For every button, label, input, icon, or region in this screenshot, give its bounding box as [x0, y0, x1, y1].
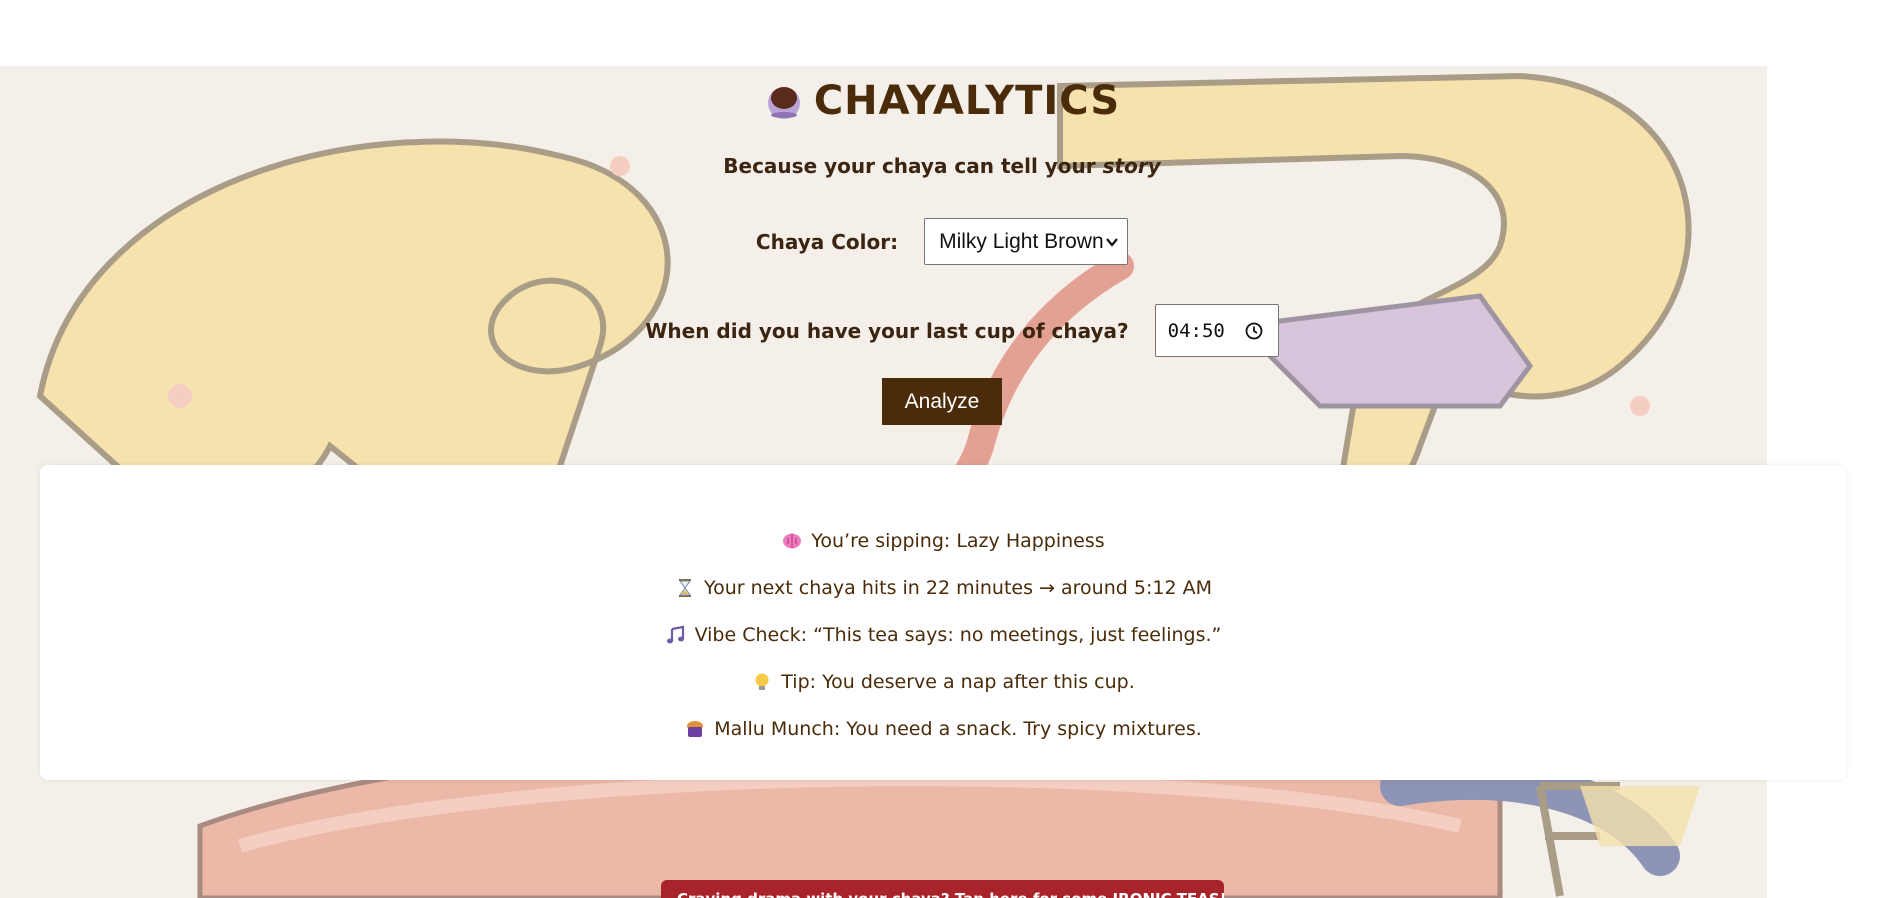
last-cup-time-input[interactable]: 04:50 — [1154, 304, 1279, 357]
chaya-color-select[interactable]: Milky Light Brown — [924, 218, 1129, 265]
last-cup-time-label: When did you have your last cup of chaya… — [645, 318, 1129, 343]
chaya-color-selected-value: Milky Light Brown — [939, 229, 1104, 253]
tagline-emphasis: story — [1102, 154, 1161, 178]
time-value: 04:50 — [1167, 319, 1225, 342]
result-text: Your next chaya hits in 22 minutes → aro… — [704, 576, 1212, 599]
clock-icon[interactable] — [1244, 321, 1264, 341]
result-next-chaya: Your next chaya hits in 22 minutes → aro… — [674, 564, 1212, 611]
last-cup-time-row: When did you have your last cup of chaya… — [0, 304, 1884, 357]
analyze-row: Analyze — [0, 378, 1884, 425]
chevron-down-icon — [1106, 237, 1118, 247]
brain-icon — [783, 533, 802, 548]
analyze-button[interactable]: Analyze — [882, 378, 1002, 425]
result-mallu-munch: Mallu Munch: You need a snack. Try spicy… — [684, 705, 1202, 752]
cup-icon — [767, 87, 800, 119]
result-tip: Tip: You deserve a nap after this cup. — [751, 658, 1135, 705]
tagline: Because your chaya can tell your story — [0, 154, 1884, 178]
app-title: CHAYALYTICS — [813, 78, 1121, 124]
results-card: You’re sipping: Lazy Happiness Your next… — [40, 465, 1846, 780]
chaya-color-row: Chaya Color: Milky Light Brown — [0, 218, 1884, 265]
result-text: Tip: You deserve a nap after this cup. — [781, 670, 1135, 693]
result-text: Vibe Check: “This tea says: no meetings,… — [694, 623, 1222, 646]
ironic-teas-banner[interactable]: Craving drama with your chaya? Tap here … — [661, 880, 1224, 898]
tagline-text: Because your chaya can tell your — [723, 154, 1103, 178]
result-mood: You’re sipping: Lazy Happiness — [781, 517, 1105, 564]
music-note-icon — [666, 625, 684, 643]
page-title: CHAYALYTICS — [0, 78, 1884, 124]
hourglass-icon — [679, 578, 692, 597]
chaya-color-label: Chaya Color: — [755, 229, 899, 254]
snack-icon — [687, 720, 704, 737]
page: CHAYALYTICS Because your chaya can tell … — [0, 0, 1884, 898]
result-vibe-check: Vibe Check: “This tea says: no meetings,… — [665, 611, 1222, 658]
lightbulb-icon — [755, 673, 769, 690]
result-text: You’re sipping: Lazy Happiness — [811, 529, 1105, 552]
result-text: Mallu Munch: You need a snack. Try spicy… — [714, 717, 1202, 740]
